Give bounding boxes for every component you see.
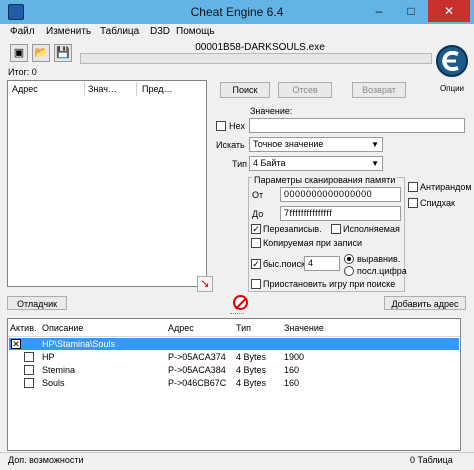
results-col-value[interactable]: Знач… bbox=[88, 84, 117, 94]
first-scan-button[interactable]: Поиск bbox=[220, 82, 270, 98]
row-value[interactable]: 160 bbox=[284, 378, 299, 388]
speedhack-label: Спидхак bbox=[420, 198, 455, 208]
table-col-value[interactable]: Значение bbox=[284, 323, 324, 337]
row-type[interactable]: 4 Bytes bbox=[236, 365, 266, 375]
last-digits-label: посл.цифра bbox=[357, 266, 407, 276]
group-active-checkbox[interactable]: ✕ bbox=[11, 339, 21, 349]
table-header-divider bbox=[8, 336, 460, 337]
table-extras-link[interactable]: 0 Таблица bbox=[410, 455, 453, 465]
start-address-input[interactable]: 0000000000000000 bbox=[280, 187, 401, 202]
clear-list-icon[interactable] bbox=[233, 295, 248, 310]
value-type-value: 4 Байта bbox=[253, 158, 286, 168]
table-col-active[interactable]: Актив. bbox=[10, 323, 36, 337]
copy-on-write-checkbox[interactable] bbox=[251, 238, 261, 248]
scan-type-value: Точное значение bbox=[253, 139, 324, 149]
pause-game-checkbox[interactable] bbox=[251, 279, 261, 289]
fast-scan-checkbox[interactable]: ✓ bbox=[251, 259, 261, 269]
memory-options-title: Параметры сканирования памяти bbox=[252, 175, 398, 185]
value-input[interactable] bbox=[249, 118, 465, 133]
hex-checkbox[interactable] bbox=[216, 121, 226, 131]
menu-file[interactable]: Файл bbox=[10, 26, 35, 37]
results-col-previous[interactable]: Пред… bbox=[142, 84, 173, 94]
value-type-select[interactable]: 4 Байта ▼ bbox=[249, 156, 383, 171]
row-active-checkbox[interactable] bbox=[24, 365, 34, 375]
menu-edit[interactable]: Изменить bbox=[46, 26, 91, 37]
to-label: До bbox=[252, 209, 264, 219]
memory-view-button[interactable]: Отладчик bbox=[7, 296, 67, 310]
scan-progress-bar bbox=[80, 53, 432, 64]
scan-type-select[interactable]: Точное значение ▼ bbox=[249, 137, 383, 152]
add-address-button[interactable]: Добавить адрес bbox=[384, 296, 466, 310]
row-active-checkbox[interactable] bbox=[24, 378, 34, 388]
value-type-label: Тип bbox=[232, 159, 248, 169]
value-label: Значение: bbox=[250, 106, 293, 116]
found-count: Итог: 0 bbox=[8, 67, 37, 77]
results-list[interactable] bbox=[7, 80, 207, 287]
row-type[interactable]: 4 Bytes bbox=[236, 352, 266, 362]
row-address[interactable]: P->05ACA374 bbox=[168, 352, 226, 362]
menu-table[interactable]: Таблица bbox=[100, 26, 139, 37]
row-active-checkbox[interactable] bbox=[24, 352, 34, 362]
open-process-icon[interactable]: ▣ bbox=[10, 44, 28, 62]
executable-label: Исполняемая bbox=[343, 224, 400, 234]
group-description[interactable]: HP\Stamina\Souls bbox=[42, 339, 115, 349]
advanced-options-link[interactable]: Доп. возможности bbox=[8, 455, 84, 465]
process-name: 00001B58-DARKSOULS.exe bbox=[195, 42, 325, 53]
table-col-description[interactable]: Описание bbox=[42, 323, 83, 337]
row-value[interactable]: 1900 bbox=[284, 352, 304, 362]
table-col-type[interactable]: Тип bbox=[236, 323, 251, 337]
open-folder-icon[interactable]: 📂 bbox=[32, 44, 50, 62]
add-to-list-arrow-icon[interactable]: ↘ bbox=[197, 276, 213, 292]
row-value[interactable]: 160 bbox=[284, 365, 299, 375]
options-label[interactable]: Опции bbox=[434, 84, 470, 93]
writable-label: Перезаписыв. bbox=[263, 224, 322, 234]
col-divider bbox=[84, 82, 85, 96]
minimize-button[interactable]: ‒ bbox=[364, 0, 394, 22]
alignment-radio[interactable] bbox=[344, 254, 354, 264]
cheat-engine-logo[interactable]: Опции bbox=[434, 42, 470, 93]
row-description[interactable]: Souls bbox=[42, 378, 65, 388]
executable-checkbox[interactable] bbox=[331, 224, 341, 234]
scan-type-label: Искать bbox=[216, 140, 245, 150]
chevron-down-icon: ▼ bbox=[371, 159, 379, 168]
next-scan-button[interactable]: Отсев bbox=[278, 82, 332, 98]
row-type[interactable]: 4 Bytes bbox=[236, 378, 266, 388]
fast-scan-input[interactable]: 4 bbox=[304, 256, 340, 271]
speedhack-checkbox[interactable] bbox=[408, 198, 418, 208]
copy-on-write-label: Копируемая при записи bbox=[263, 238, 362, 248]
unrandomizer-label: Антирандом bbox=[420, 182, 472, 192]
fast-scan-label: быс.поиск bbox=[263, 259, 305, 269]
row-description[interactable]: HP bbox=[42, 352, 55, 362]
close-button[interactable]: ✕ bbox=[428, 0, 470, 22]
splitter-handle[interactable] bbox=[230, 313, 244, 315]
pause-game-label: Приостановить игру при поиске bbox=[263, 279, 396, 289]
table-col-address[interactable]: Адрес bbox=[168, 323, 194, 337]
last-digits-radio[interactable] bbox=[344, 266, 354, 276]
from-label: От bbox=[252, 190, 264, 200]
undo-scan-button[interactable]: Возврат bbox=[352, 82, 406, 98]
row-description[interactable]: Stemina bbox=[42, 365, 75, 375]
unrandomizer-checkbox[interactable] bbox=[408, 182, 418, 192]
menu-d3d[interactable]: D3D bbox=[150, 26, 170, 37]
alignment-label: выравнив. bbox=[357, 254, 401, 264]
maximize-button[interactable]: □ bbox=[396, 0, 426, 22]
stop-address-input[interactable]: 7fffffffffffffff bbox=[280, 206, 401, 221]
results-col-address[interactable]: Адрес bbox=[12, 84, 38, 94]
menu-help[interactable]: Помощь bbox=[176, 26, 215, 37]
save-icon[interactable]: 💾 bbox=[54, 44, 72, 62]
logo-icon bbox=[436, 45, 468, 77]
hex-label: Hex bbox=[229, 121, 246, 131]
col-divider bbox=[136, 82, 137, 96]
writable-checkbox[interactable]: ✓ bbox=[251, 224, 261, 234]
chevron-down-icon: ▼ bbox=[371, 140, 379, 149]
row-address[interactable]: P->05ACA384 bbox=[168, 365, 226, 375]
row-address[interactable]: P->046CB67C bbox=[168, 378, 226, 388]
